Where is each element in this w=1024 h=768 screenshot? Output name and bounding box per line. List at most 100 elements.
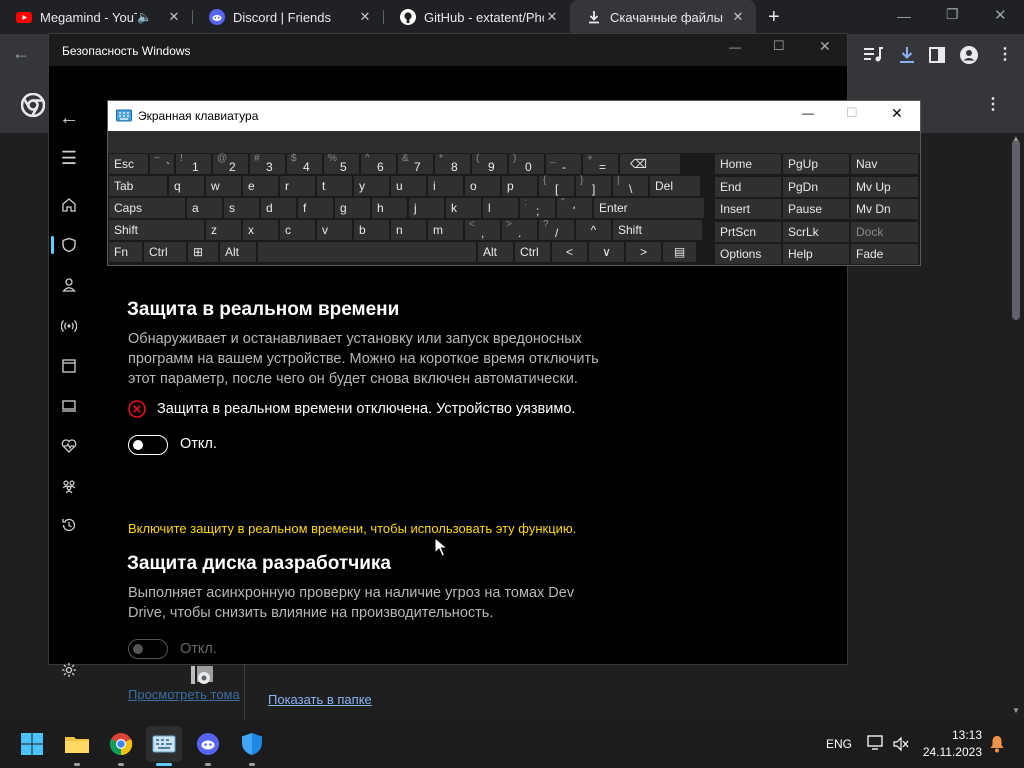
network-status-icon[interactable] (867, 735, 885, 751)
nav-key-dock[interactable]: Dock (851, 221, 918, 242)
key-8[interactable]: * 8 (435, 153, 470, 174)
taskbar-file-explorer[interactable] (59, 726, 95, 762)
space-key[interactable] (258, 242, 476, 262)
slash-key[interactable]: ? / (539, 219, 574, 240)
symbol-key[interactable]: ~ ` (150, 153, 174, 174)
key-q[interactable]: q (169, 176, 204, 196)
show-in-folder-link[interactable]: Показать в папке (268, 692, 372, 707)
key-e[interactable]: e (243, 176, 278, 196)
tab-youtube[interactable]: Megamind - YouT 🔈 ✕ (0, 0, 192, 34)
start-button[interactable] (14, 726, 50, 762)
audio-icon[interactable]: 🔈 (137, 10, 152, 24)
dev-drive-toggle[interactable] (128, 639, 168, 659)
maximize-icon[interactable]: ☐ (846, 105, 858, 121)
minimize-icon[interactable]: — (802, 106, 814, 120)
history-icon[interactable] (57, 513, 81, 537)
key-fn[interactable]: Fn (109, 242, 142, 262)
account-icon[interactable] (57, 273, 81, 297)
key-del[interactable]: Del (650, 176, 700, 196)
key-shift[interactable]: Shift (613, 220, 702, 240)
close-icon[interactable]: ✕ (730, 9, 746, 25)
hamburger-icon[interactable]: ☰ (57, 146, 81, 170)
clock-date[interactable]: 24.11.2023 (912, 745, 982, 759)
scrollbar-thumb[interactable] (1012, 140, 1020, 320)
close-icon[interactable]: ✕ (357, 9, 373, 25)
network-icon[interactable] (57, 314, 81, 338)
key-6[interactable]: ^ 6 (361, 153, 396, 174)
key-9[interactable]: (9 (472, 153, 507, 174)
close-icon[interactable]: ✕ (166, 9, 182, 25)
symbol-key[interactable]: :; (520, 197, 555, 218)
taskbar-windows-security[interactable] (234, 726, 270, 762)
back-arrow-icon[interactable]: ← (57, 106, 81, 130)
nav-key-mv-up[interactable]: Mv Up (851, 176, 918, 197)
key-ctrl[interactable]: Ctrl (144, 242, 186, 262)
taskbar-discord[interactable] (190, 726, 226, 762)
key-4[interactable]: $4 (287, 153, 322, 174)
menu-key[interactable]: ▤ (663, 242, 696, 262)
key-enter[interactable]: Enter (594, 198, 704, 218)
window-close-icon[interactable]: ✕ (819, 38, 831, 55)
family-options-icon[interactable] (57, 474, 81, 498)
settings-gear-icon[interactable] (57, 658, 81, 682)
key-5[interactable]: % 5 (324, 153, 359, 174)
arrow-up-key[interactable]: ^ (576, 220, 611, 240)
nav-key-fade[interactable]: Fade (851, 244, 918, 264)
nav-key-options[interactable]: Options (715, 244, 781, 264)
realtime-protection-toggle[interactable] (128, 435, 168, 455)
key-p[interactable]: p (502, 176, 537, 196)
downloads-menu-icon[interactable]: ⋮ (985, 94, 1001, 114)
arrow-down-key[interactable]: ∨ (589, 242, 624, 262)
key-1[interactable]: ! 1 (176, 153, 211, 174)
nav-key-prtscn[interactable]: PrtScn (715, 221, 781, 242)
notification-bell-icon[interactable] (989, 735, 1005, 753)
side-panel-icon[interactable] (929, 47, 945, 63)
nav-key-pgup[interactable]: PgUp (783, 154, 849, 174)
key-caps[interactable]: Caps (109, 198, 185, 218)
arrow-right-key[interactable]: > (626, 242, 661, 262)
symbol-key[interactable]: {[ (539, 175, 574, 196)
key-3[interactable]: #3 (250, 153, 285, 174)
symbol-key[interactable]: }] (576, 175, 611, 196)
back-icon[interactable]: ← (12, 43, 30, 64)
symbol-key[interactable]: | \ (613, 175, 648, 196)
scroll-up-icon[interactable]: ▲ (1012, 134, 1020, 143)
key-k[interactable]: k (446, 198, 481, 218)
scroll-down-icon[interactable]: ▼ (1012, 706, 1020, 715)
key-a[interactable]: a (187, 198, 222, 218)
key-v[interactable]: v (317, 220, 352, 240)
key-alt[interactable]: Alt (220, 242, 256, 262)
arrow-left-key[interactable]: < (552, 242, 587, 262)
key-o[interactable]: o (465, 176, 500, 196)
tab-github[interactable]: GitHub - extatent/Pho ✕ (384, 0, 570, 34)
close-icon[interactable]: ✕ (544, 9, 560, 25)
nav-key-insert[interactable]: Insert (715, 199, 781, 219)
osk-close-icon[interactable]: ✕ (891, 105, 903, 122)
download-icon[interactable] (897, 45, 917, 65)
key-alt[interactable]: Alt (478, 242, 513, 262)
backspace-key[interactable]: ⌫ (620, 154, 680, 174)
key-ctrl[interactable]: Ctrl (515, 242, 550, 262)
key-t[interactable]: t (317, 176, 352, 196)
key-w[interactable]: w (206, 176, 241, 196)
key-b[interactable]: b (354, 220, 389, 240)
comma-key[interactable]: <, (465, 219, 500, 240)
key-c[interactable]: c (280, 220, 315, 240)
symbol-key[interactable]: " ' (557, 197, 592, 218)
restore-icon[interactable]: ❐ (946, 6, 959, 23)
key-d[interactable]: d (261, 198, 296, 218)
nav-key-help[interactable]: Help (783, 244, 849, 264)
taskbar-osk[interactable] (146, 726, 182, 762)
key-tab[interactable]: Tab (109, 176, 167, 196)
key-g[interactable]: g (335, 198, 370, 218)
key-y[interactable]: y (354, 176, 389, 196)
key-7[interactable]: & 7 (398, 153, 433, 174)
minimize-icon[interactable]: — (897, 8, 911, 24)
nav-key-pause[interactable]: Pause (783, 199, 849, 219)
taskbar-chrome[interactable] (103, 726, 139, 762)
key-z[interactable]: z (206, 220, 241, 240)
nav-key-home[interactable]: Home (715, 154, 781, 174)
key-r[interactable]: r (280, 176, 315, 196)
shield-icon[interactable] (57, 233, 81, 257)
new-tab-icon[interactable]: + (768, 6, 780, 29)
